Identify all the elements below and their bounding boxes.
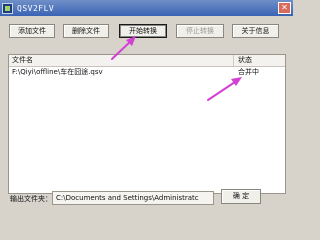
- list-item[interactable]: F:\Qiyi\offline\车在囧途.qsv 合并中: [9, 67, 285, 78]
- list-item-status: 合并中: [238, 68, 259, 76]
- delete-file-button[interactable]: 删除文件: [63, 24, 109, 38]
- about-button[interactable]: 关于信息: [232, 24, 279, 38]
- column-header-status[interactable]: 状态: [234, 55, 285, 66]
- output-folder-label: 输出文件夹：: [10, 195, 52, 203]
- stop-convert-button[interactable]: 停止转换: [176, 24, 224, 38]
- list-item-file: F:\Qiyi\offline\车在囧途.qsv: [12, 68, 103, 76]
- title-bar: QSV2FLV ✕: [0, 0, 293, 16]
- ok-button[interactable]: 确 定: [221, 189, 261, 204]
- add-file-button[interactable]: 添加文件: [9, 24, 55, 38]
- list-header: 文件名 状态: [9, 55, 285, 67]
- app-icon: [2, 2, 13, 14]
- start-convert-button[interactable]: 开始转换: [119, 24, 167, 38]
- close-icon[interactable]: ✕: [278, 2, 291, 14]
- window-title: QSV2FLV: [17, 3, 55, 13]
- output-path-field[interactable]: C:\Documents and Settings\Administratc: [52, 191, 214, 205]
- column-header-file[interactable]: 文件名: [9, 55, 234, 66]
- file-list[interactable]: 文件名 状态 F:\Qiyi\offline\车在囧途.qsv 合并中: [8, 54, 286, 194]
